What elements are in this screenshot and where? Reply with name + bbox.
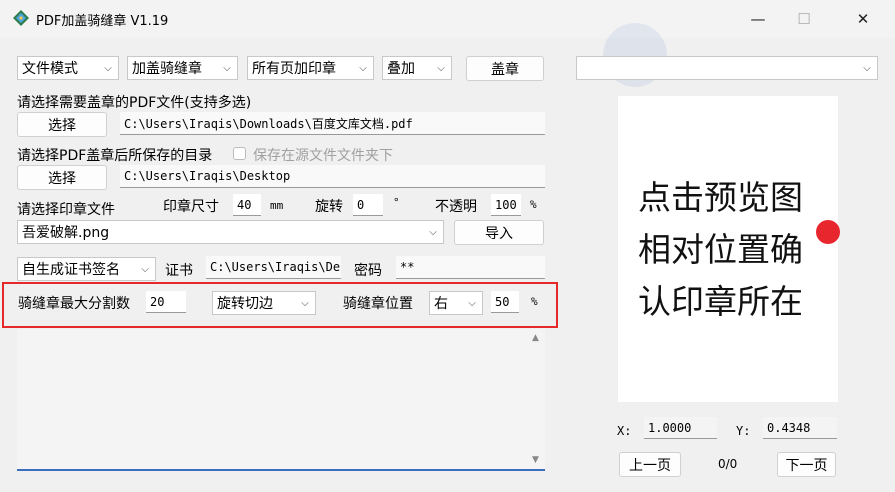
scroll-down-icon[interactable]: ▼: [532, 455, 539, 465]
preview-canvas[interactable]: 点击预览图 相对位置确 认印章所在: [618, 96, 840, 402]
next-page-button[interactable]: 下一页: [777, 452, 836, 477]
chevron-down-icon: ⌵: [429, 226, 437, 238]
output-label: 请选择PDF盖章后所保存的目录: [17, 148, 213, 164]
preview-hint-text: 点击预览图 相对位置确 认印章所在: [638, 178, 803, 321]
chevron-down-icon: ⌵: [104, 62, 112, 74]
x-label: X:: [617, 424, 632, 438]
action-select[interactable]: 加盖骑缝章 ⌵: [127, 56, 238, 80]
minimize-button[interactable]: —: [735, 0, 781, 38]
cut-mode-select[interactable]: 旋转切边 ⌵: [212, 291, 316, 315]
max-split-input[interactable]: 20: [146, 291, 186, 313]
y-value-field[interactable]: 0.4348: [763, 417, 837, 439]
cert-path-field[interactable]: C:\Users\Iraqis\De: [206, 256, 341, 279]
chevron-down-icon: ⌵: [223, 62, 231, 74]
close-button[interactable]: ✕: [840, 0, 886, 38]
log-textarea[interactable]: ▲ ▼: [17, 329, 545, 471]
save-in-source-checkbox[interactable]: [233, 147, 246, 160]
cut-mode-value: 旋转切边: [217, 296, 273, 312]
y-label: Y:: [736, 424, 751, 438]
output-path-field[interactable]: C:\Users\Iraqis\Desktop: [120, 165, 545, 188]
preview-page-select[interactable]: ⌵: [576, 56, 878, 80]
pages-select-value: 所有页加印章: [252, 61, 336, 77]
chevron-down-icon: ⌵: [863, 62, 871, 74]
position-label: 骑缝章位置: [343, 296, 413, 312]
rotate-input[interactable]: 0: [353, 194, 383, 216]
overlay-select[interactable]: 叠加 ⌵: [382, 56, 452, 80]
chevron-down-icon: ⌵: [141, 263, 149, 275]
opacity-unit: %: [530, 198, 537, 211]
seal-size-label: 印章尺寸: [163, 199, 219, 215]
window-title: PDF加盖骑缝章 V1.19: [36, 14, 169, 29]
x-value-field[interactable]: 1.0000: [644, 417, 717, 439]
log-scrollbar[interactable]: ▲ ▼: [529, 329, 545, 469]
app-logo-icon: [13, 10, 29, 26]
position-percent-input[interactable]: 50: [491, 291, 519, 313]
position-select[interactable]: 右 ⌵: [429, 291, 483, 315]
seal-size-input[interactable]: 40: [233, 194, 261, 216]
password-field[interactable]: **: [396, 256, 545, 279]
chevron-down-icon: ⌵: [437, 62, 445, 74]
rotate-unit: °: [393, 196, 400, 209]
position-percent-unit: %: [531, 295, 538, 308]
stamp-button[interactable]: 盖章: [466, 56, 544, 81]
pages-select[interactable]: 所有页加印章 ⌵: [247, 56, 374, 80]
save-in-source-label: 保存在源文件文件夹下: [253, 148, 393, 164]
title-bar: PDF加盖骑缝章 V1.19 — ☐ ✕: [0, 0, 895, 38]
scroll-up-icon[interactable]: ▲: [532, 333, 539, 343]
seal-file-select[interactable]: 吾爱破解.png ⌵: [17, 220, 444, 244]
select-output-button[interactable]: 选择: [17, 165, 107, 190]
maximize-button[interactable]: ☐: [781, 0, 827, 38]
chevron-down-icon: ⌵: [468, 297, 476, 309]
mode-select-value: 文件模式: [22, 61, 78, 77]
select-source-button[interactable]: 选择: [17, 112, 107, 137]
seal-file-value: 吾爱破解.png: [22, 225, 110, 241]
opacity-input[interactable]: 100: [491, 194, 521, 216]
cert-mode-select[interactable]: 自生成证书签名 ⌵: [17, 257, 156, 281]
position-value: 右: [434, 296, 448, 312]
prev-page-button[interactable]: 上一页: [619, 452, 681, 477]
seal-label: 请选择印章文件: [17, 202, 115, 218]
page-counter: 0/0: [718, 457, 738, 471]
rotate-label: 旋转: [315, 199, 343, 215]
overlay-select-value: 叠加: [387, 61, 415, 77]
seal-size-unit: mm: [270, 199, 284, 212]
source-label: 请选择需要盖章的PDF文件(支持多选): [17, 95, 252, 111]
opacity-label: 不透明: [435, 199, 477, 215]
source-path-field[interactable]: C:\Users\Iraqis\Downloads\百度文库文档.pdf: [120, 112, 545, 135]
mode-select[interactable]: 文件模式 ⌵: [17, 56, 119, 80]
max-split-label: 骑缝章最大分割数: [18, 296, 130, 312]
seal-position-marker[interactable]: [816, 220, 840, 244]
cert-mode-value: 自生成证书签名: [22, 262, 120, 278]
import-button[interactable]: 导入: [454, 220, 544, 245]
password-label: 密码: [354, 263, 382, 279]
chevron-down-icon: ⌵: [359, 62, 367, 74]
chevron-down-icon: ⌵: [301, 297, 309, 309]
action-select-value: 加盖骑缝章: [132, 61, 202, 77]
cert-label: 证书: [165, 263, 193, 279]
